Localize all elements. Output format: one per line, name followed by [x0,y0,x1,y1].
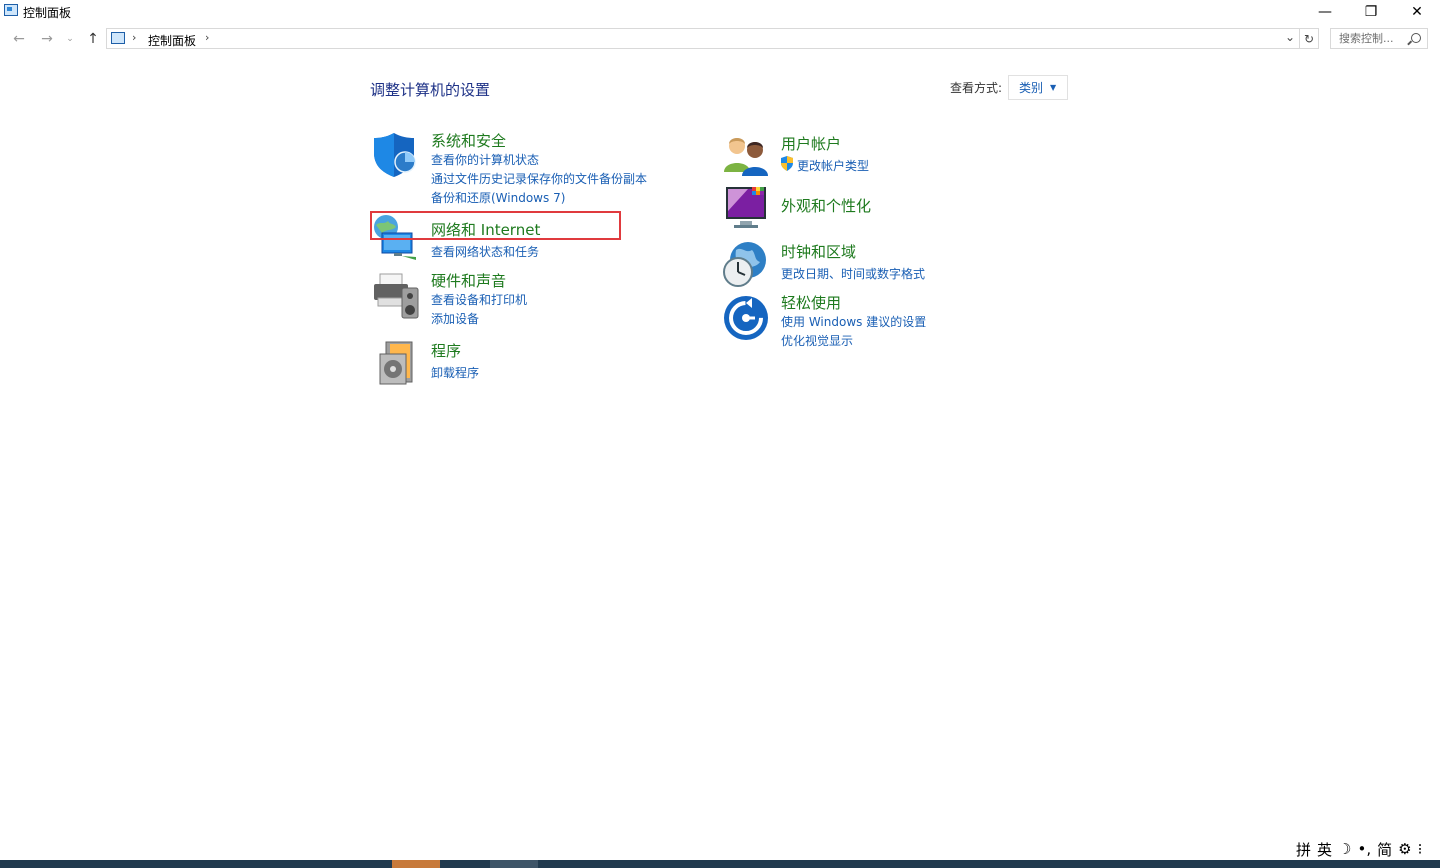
category-clock-region[interactable]: 时钟和区域 [781,241,856,262]
link-file-history[interactable]: 通过文件历史记录保存你的文件备份副本 [431,170,647,187]
search-icon[interactable] [1411,33,1421,43]
page-title: 调整计算机的设置 [370,81,491,99]
refresh-button[interactable]: ↻ [1300,28,1319,49]
printer-icon[interactable] [372,272,420,320]
link-devices-printers[interactable]: 查看设备和打印机 [431,291,527,308]
ime-punctuation-icon[interactable]: •, [1357,840,1371,858]
link-change-date-time-format[interactable]: 更改日期、时间或数字格式 [781,265,925,282]
category-hardware-sound[interactable]: 硬件和声音 [431,270,506,291]
ime-simplified-toggle[interactable]: 简 [1377,839,1392,860]
breadcrumb-control-panel[interactable]: 控制面板 [148,32,196,49]
link-backup-restore[interactable]: 备份和还原(Windows 7) [431,189,565,206]
chevron-down-icon[interactable]: ⌄ [1285,30,1295,44]
link-change-account-type[interactable]: 更改帐户类型 [797,157,869,174]
shield-icon[interactable] [372,131,420,179]
control-panel-icon [111,32,125,44]
link-add-device[interactable]: 添加设备 [431,310,479,327]
search-input[interactable] [1331,29,1413,48]
navigation-bar: ← → ⌄ ↑ › 控制面板 › ⌄ ↻ [0,27,1440,51]
view-by-value: 类别 [1019,81,1044,95]
appearance-icon[interactable] [722,183,770,231]
taskbar-app-button[interactable] [392,860,440,868]
category-ease-of-access[interactable]: 轻松使用 [781,292,841,313]
link-network-status[interactable]: 查看网络状态和任务 [431,243,539,260]
recent-locations-button[interactable]: ⌄ [64,29,76,49]
user-accounts-icon[interactable] [722,132,770,180]
up-button[interactable]: ↑ [84,29,102,49]
category-system-security[interactable]: 系统和安全 [431,130,506,151]
link-view-computer-status[interactable]: 查看你的计算机状态 [431,151,539,168]
ease-of-access-icon[interactable] [722,294,770,342]
view-by-dropdown[interactable]: 类别 ▼ [1008,75,1068,100]
back-button[interactable]: ← [10,29,28,49]
search-box[interactable] [1330,28,1428,49]
ime-settings-icon[interactable]: ⚙ [1398,840,1411,858]
view-by-label: 查看方式: [950,81,1003,95]
window-title: 控制面板 [23,6,72,20]
link-optimize-visual-display[interactable]: 优化视觉显示 [781,332,853,349]
chevron-right-icon[interactable]: › [132,31,136,44]
taskbar-app-button[interactable] [490,860,538,868]
ime-toolbar: 拼 英 ☽ •, 简 ⚙ ⁝ [1296,838,1422,860]
category-network-internet[interactable]: 网络和 Internet [431,219,540,240]
ime-moon-icon[interactable]: ☽ [1338,840,1351,858]
forward-button[interactable]: → [38,29,56,49]
uac-shield-icon [781,156,793,171]
ime-language-toggle[interactable]: 英 [1317,839,1332,860]
link-uninstall-program[interactable]: 卸载程序 [431,364,479,381]
category-user-accounts[interactable]: 用户帐户 [781,133,841,154]
chevron-right-icon[interactable]: › [205,31,209,44]
caret-down-icon: ▼ [1050,83,1057,92]
clock-region-icon[interactable] [722,240,770,288]
programs-icon[interactable] [372,338,420,386]
category-programs[interactable]: 程序 [431,340,461,361]
ime-more-icon[interactable]: ⁝ [1418,840,1423,858]
minimize-button[interactable]: — [1302,0,1348,24]
link-windows-suggested-settings[interactable]: 使用 Windows 建议的设置 [781,313,926,330]
category-appearance[interactable]: 外观和个性化 [781,195,871,216]
close-button[interactable]: ✕ [1394,0,1440,24]
title-bar: 控制面板 — ❐ ✕ [0,0,1440,24]
address-bar[interactable]: › 控制面板 › ⌄ [106,28,1300,49]
restore-button[interactable]: ❐ [1348,0,1394,24]
control-panel-icon [4,4,18,16]
taskbar [0,860,1440,868]
ime-pinyin-icon[interactable]: 拼 [1296,839,1311,860]
